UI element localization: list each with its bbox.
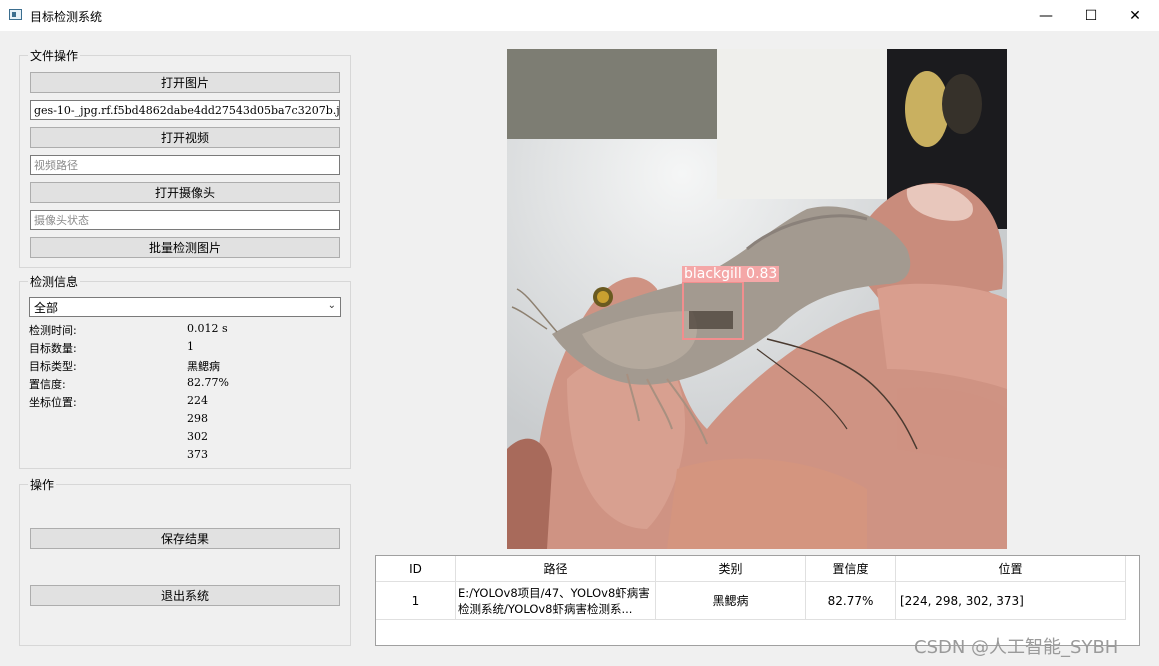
table-header-id[interactable]: ID [376,556,456,582]
position-ymin: 298 [187,412,208,425]
time-label: 检测时间: [29,324,77,337]
actions-group [19,484,351,646]
table-row-confidence[interactable]: 82.77% [806,582,896,620]
minimize-button[interactable]: — [1023,0,1069,31]
title-bar: 目标检测系统 — ☐ ✕ [0,0,1159,31]
camera-status-field[interactable]: 摄像头状态 [30,210,340,230]
table-header-category[interactable]: 类别 [656,556,806,582]
table-row-position[interactable]: [224, 298, 302, 373] [896,582,1126,620]
batch-detect-button[interactable]: 批量检测图片 [30,237,340,258]
position-xmax: 302 [187,430,208,443]
app-icon [9,9,22,20]
target-selector-value: 全部 [34,300,59,315]
image-path-field[interactable]: ges-10-_jpg.rf.f5bd4862dabe4dd27543d05ba… [30,100,340,120]
table-header-confidence[interactable]: 置信度 [806,556,896,582]
detection-box [682,281,744,340]
table-row-category[interactable]: 黑鳃病 [656,582,806,620]
maximize-button[interactable]: ☐ [1068,0,1114,31]
table-header-position[interactable]: 位置 [896,556,1126,582]
type-label: 目标类型: [29,360,77,373]
file-ops-title: 文件操作 [28,47,81,64]
actions-title: 操作 [28,476,57,493]
shrimp-photo [507,49,1007,549]
type-value: 黑鳃病 [187,360,220,373]
table-row-path-text: E:/YOLOv8项目/47、YOLOv8虾病害检测系统/YOLOv8虾病害检测… [458,585,650,616]
count-value: 1 [187,340,194,353]
video-path-field[interactable]: 视频路径 [30,155,340,175]
target-selector[interactable]: 全部 ⌄ [29,297,341,317]
watermark: CSDN @人工智能_SYBH [914,637,1119,658]
time-value: 0.012 s [187,322,228,335]
open-camera-button[interactable]: 打开摄像头 [30,182,340,203]
position-label: 坐标位置: [29,396,77,409]
confidence-label: 置信度: [29,378,66,391]
close-button[interactable]: ✕ [1112,0,1158,31]
window-title: 目标检测系统 [30,10,103,24]
position-ymax: 373 [187,448,208,461]
table-header-path[interactable]: 路径 [456,556,656,582]
detection-label: blackgill 0.83 [682,266,780,282]
table-row-path[interactable]: E:/YOLOv8项目/47、YOLOv8虾病害检测系统/YOLOv8虾病害检测… [456,582,656,620]
chevron-down-icon: ⌄ [327,300,336,311]
table-row-id[interactable]: 1 [376,582,456,620]
open-video-button[interactable]: 打开视频 [30,127,340,148]
open-image-button[interactable]: 打开图片 [30,72,340,93]
position-xmin: 224 [187,394,208,407]
detect-info-title: 检测信息 [28,273,81,290]
exit-button[interactable]: 退出系统 [30,585,340,606]
count-label: 目标数量: [29,342,77,355]
detection-image: blackgill 0.83 [507,49,1007,549]
save-result-button[interactable]: 保存结果 [30,528,340,549]
confidence-value: 82.77% [187,376,229,389]
